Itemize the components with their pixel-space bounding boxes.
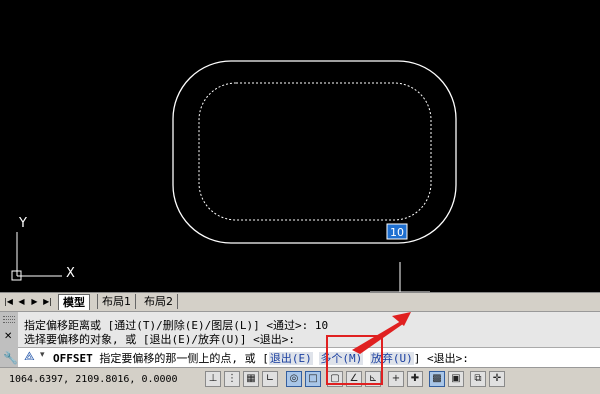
- arrow-head-icon: [392, 312, 411, 326]
- annotation-arrow: [352, 312, 411, 354]
